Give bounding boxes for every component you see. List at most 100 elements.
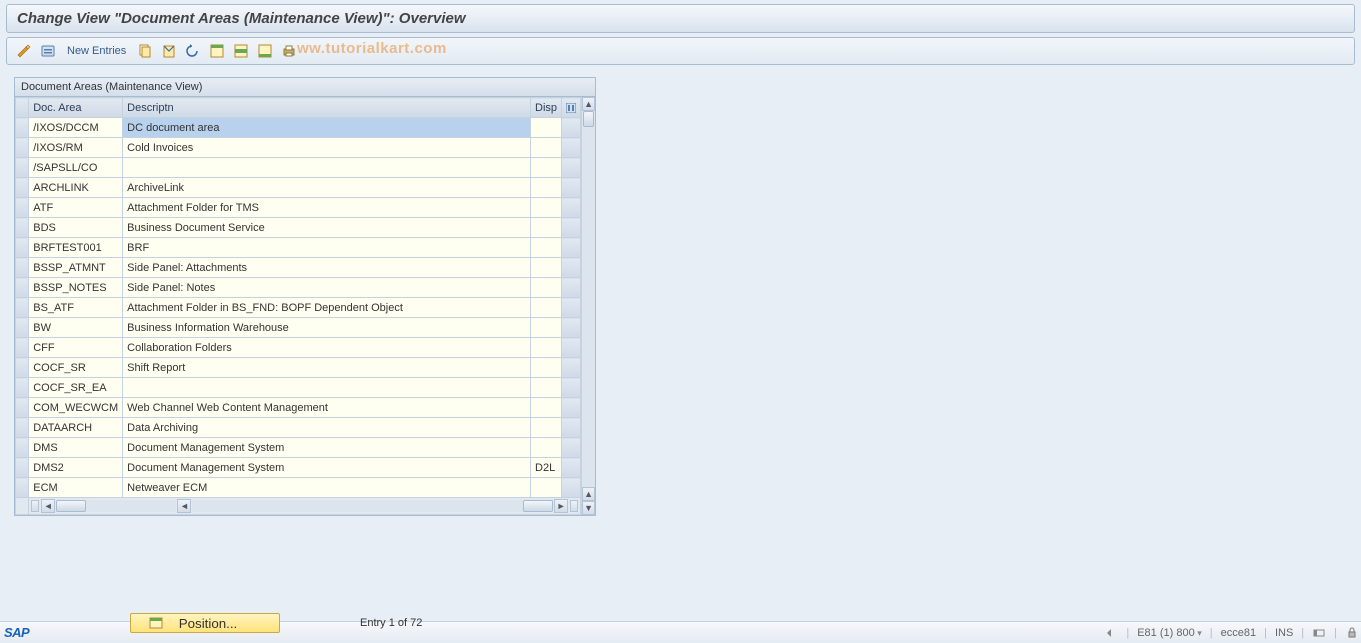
cell-description[interactable]: Document Management System xyxy=(123,438,531,458)
row-selector[interactable] xyxy=(16,378,29,398)
cell-description[interactable]: Attachment Folder in BS_FND: BOPF Depend… xyxy=(123,298,531,318)
cell-disp[interactable] xyxy=(531,338,562,358)
cell-doc-area[interactable]: ARCHLINK xyxy=(29,178,123,198)
cell-description[interactable]: Data Archiving xyxy=(123,418,531,438)
cell-disp[interactable] xyxy=(531,318,562,338)
row-selector[interactable] xyxy=(16,478,29,498)
hscroll-split-right[interactable] xyxy=(570,500,578,512)
deselect-all-icon[interactable] xyxy=(256,42,274,60)
col-description[interactable]: Descriptn xyxy=(123,98,531,118)
row-selector[interactable] xyxy=(16,178,29,198)
row-selector[interactable] xyxy=(16,218,29,238)
row-selector[interactable] xyxy=(16,198,29,218)
cell-doc-area[interactable]: BW xyxy=(29,318,123,338)
cell-doc-area[interactable]: BSSP_ATMNT xyxy=(29,258,123,278)
cell-description[interactable]: Collaboration Folders xyxy=(123,338,531,358)
cell-description[interactable]: BRF xyxy=(123,238,531,258)
status-session-icon[interactable] xyxy=(1104,626,1118,640)
cell-disp[interactable] xyxy=(531,238,562,258)
cell-doc-area[interactable]: DATAARCH xyxy=(29,418,123,438)
cell-disp[interactable] xyxy=(531,398,562,418)
print-icon[interactable] xyxy=(280,42,298,60)
cell-description[interactable]: Document Management System xyxy=(123,458,531,478)
cell-doc-area[interactable]: DMS xyxy=(29,438,123,458)
cell-disp[interactable] xyxy=(531,278,562,298)
position-button[interactable]: Position... xyxy=(130,613,280,633)
cell-doc-area[interactable]: CFF xyxy=(29,338,123,358)
cell-disp[interactable] xyxy=(531,138,562,158)
row-selector[interactable] xyxy=(16,458,29,478)
row-selector[interactable] xyxy=(16,438,29,458)
row-selector[interactable] xyxy=(16,278,29,298)
cell-disp[interactable] xyxy=(531,298,562,318)
row-selector[interactable] xyxy=(16,138,29,158)
row-selector[interactable] xyxy=(16,318,29,338)
cell-description[interactable] xyxy=(123,158,531,178)
cell-doc-area[interactable]: BDS xyxy=(29,218,123,238)
cell-disp[interactable] xyxy=(531,178,562,198)
other-view-icon[interactable] xyxy=(39,42,57,60)
cell-doc-area[interactable]: ATF xyxy=(29,198,123,218)
cell-description[interactable]: Business Document Service xyxy=(123,218,531,238)
table-settings-icon[interactable] xyxy=(562,98,581,118)
cell-description[interactable]: Netweaver ECM xyxy=(123,478,531,498)
delete-icon[interactable] xyxy=(160,42,178,60)
copy-icon[interactable] xyxy=(136,42,154,60)
cell-doc-area[interactable]: BRFTEST001 xyxy=(29,238,123,258)
cell-disp[interactable] xyxy=(531,438,562,458)
cell-doc-area[interactable]: ECM xyxy=(29,478,123,498)
row-selector[interactable] xyxy=(16,258,29,278)
vscroll-down-icon[interactable]: ▼ xyxy=(582,501,595,515)
cell-disp[interactable] xyxy=(531,158,562,178)
row-selector[interactable] xyxy=(16,298,29,318)
cell-disp[interactable] xyxy=(531,218,562,238)
hscroll-split-left[interactable] xyxy=(31,500,39,512)
hscroll-left-icon[interactable]: ◄ xyxy=(41,499,55,513)
col-disp[interactable]: Disp xyxy=(531,98,562,118)
row-selector[interactable] xyxy=(16,358,29,378)
cell-description[interactable]: Business Information Warehouse xyxy=(123,318,531,338)
cell-description[interactable]: Attachment Folder for TMS xyxy=(123,198,531,218)
cell-description[interactable]: ArchiveLink xyxy=(123,178,531,198)
new-entries-button[interactable]: New Entries xyxy=(63,45,130,57)
vscroll-up-icon[interactable]: ▲ xyxy=(582,97,595,111)
cell-disp[interactable] xyxy=(531,418,562,438)
status-lock-icon[interactable] xyxy=(1345,626,1359,640)
row-selector[interactable] xyxy=(16,158,29,178)
select-all-icon[interactable] xyxy=(208,42,226,60)
cell-doc-area[interactable]: /IXOS/DCCM xyxy=(29,118,123,138)
cell-doc-area[interactable]: BS_ATF xyxy=(29,298,123,318)
cell-doc-area[interactable]: COCF_SR_EA xyxy=(29,378,123,398)
cell-description[interactable] xyxy=(123,378,531,398)
cell-disp[interactable] xyxy=(531,258,562,278)
cell-description[interactable]: Web Channel Web Content Management xyxy=(123,398,531,418)
row-selector[interactable] xyxy=(16,418,29,438)
cell-disp[interactable]: D2L xyxy=(531,458,562,478)
cell-doc-area[interactable]: DMS2 xyxy=(29,458,123,478)
cell-description[interactable]: Shift Report xyxy=(123,358,531,378)
row-selector[interactable] xyxy=(16,338,29,358)
hscroll-left2-icon[interactable]: ◄ xyxy=(177,499,191,513)
cell-doc-area[interactable]: COCF_SR xyxy=(29,358,123,378)
cell-doc-area[interactable]: /IXOS/RM xyxy=(29,138,123,158)
cell-disp[interactable] xyxy=(531,378,562,398)
cell-description[interactable]: Cold Invoices xyxy=(123,138,531,158)
col-doc-area[interactable]: Doc. Area xyxy=(29,98,123,118)
status-layout-icon[interactable] xyxy=(1312,626,1326,640)
row-selector[interactable] xyxy=(16,398,29,418)
cell-description[interactable]: Side Panel: Attachments xyxy=(123,258,531,278)
cell-disp[interactable] xyxy=(531,118,562,138)
row-selector[interactable] xyxy=(16,238,29,258)
select-block-icon[interactable] xyxy=(232,42,250,60)
toggle-change-icon[interactable] xyxy=(15,42,33,60)
cell-doc-area[interactable]: /SAPSLL/CO xyxy=(29,158,123,178)
cell-doc-area[interactable]: COM_WECWCM xyxy=(29,398,123,418)
undo-icon[interactable] xyxy=(184,42,202,60)
horizontal-scrollbar[interactable]: ◄ ◄ ► xyxy=(29,498,580,514)
status-system[interactable]: E81 (1) 800 xyxy=(1135,627,1204,639)
cell-disp[interactable] xyxy=(531,478,562,498)
cell-doc-area[interactable]: BSSP_NOTES xyxy=(29,278,123,298)
cell-disp[interactable] xyxy=(531,358,562,378)
vscroll-thumb[interactable] xyxy=(583,111,594,127)
hscroll-right-icon[interactable]: ► xyxy=(554,499,568,513)
